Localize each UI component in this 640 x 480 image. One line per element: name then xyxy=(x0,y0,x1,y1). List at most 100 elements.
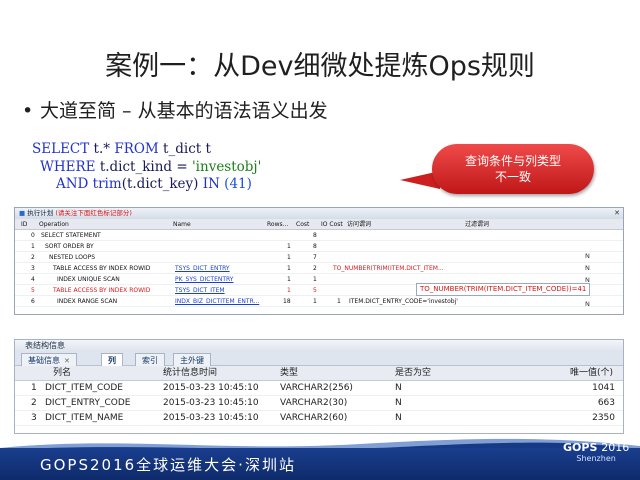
tab-keys[interactable]: 主外键 xyxy=(173,353,211,366)
nullable-flag: N xyxy=(585,264,590,272)
plan-row[interactable]: 2 NESTED LOOPS 1 7 xyxy=(15,252,623,263)
plan-col-id[interactable]: ID xyxy=(21,219,27,230)
bullet-text: 大道至简 – 从基本的语法语义出发 xyxy=(40,100,328,122)
plan-col-cost[interactable]: Cost xyxy=(296,219,309,230)
plan-operation: SELECT STATEMENT xyxy=(41,232,101,239)
tab-label: 主外键 xyxy=(180,356,204,365)
plan-object-link[interactable]: TSYS_DICT_ENTRY xyxy=(175,263,230,274)
tab-indexes[interactable]: 索引 xyxy=(135,353,165,366)
sql-keyword: FROM xyxy=(114,141,159,157)
plan-row[interactable]: 1 SORT ORDER BY 1 8 xyxy=(15,241,623,252)
column-type: VARCHAR2(30) xyxy=(280,398,348,408)
logo-city: Shenzhen xyxy=(576,454,616,463)
plan-rows: 1 xyxy=(287,287,291,294)
plan-row[interactable]: 0 SELECT STATEMENT 8 xyxy=(15,230,623,241)
plan-operation: SORT ORDER BY xyxy=(45,243,94,250)
sql-keyword: SELECT xyxy=(32,141,90,157)
sql-text: t.dict_kind = xyxy=(95,158,192,175)
plan-title-note: (请关注下面红色标记部分) xyxy=(55,209,132,217)
callout-line-2: 不一致 xyxy=(494,170,531,184)
sql-line-1: SELECT t.* FROM t_dict t xyxy=(32,141,261,159)
predicate-tooltip: TO_NUMBER(TRIM(ITEM.DICT_ITEM_CODE))=41 xyxy=(416,283,591,296)
gops-logo: GOPS 2016 Shenzhen xyxy=(563,441,629,463)
plan-col-filter[interactable]: 过滤谓词 xyxy=(465,219,489,230)
bullet-dot-icon: • xyxy=(22,100,34,122)
sql-text: t.* xyxy=(89,141,115,157)
plan-col-io-cost[interactable]: IO Cost xyxy=(321,219,343,230)
plan-id: 1 xyxy=(31,243,35,250)
plan-object-link[interactable]: TSYS_DICT_ITEM xyxy=(175,285,225,296)
table-row[interactable]: 2 DICT_ENTRY_CODE 2015-03-23 10:45:10 VA… xyxy=(15,396,623,411)
sql-line-2: WHERE t.dict_kind = 'investobj' xyxy=(32,159,261,177)
plan-rows: 18 xyxy=(283,298,291,305)
struct-title: 表结构信息 xyxy=(15,340,623,352)
plan-cost: 5 xyxy=(313,287,317,294)
callout-bubble: 查询条件与列类型 不一致 xyxy=(432,144,594,194)
plan-row[interactable]: 3 TABLE ACCESS BY INDEX ROWID TSYS_DICT_… xyxy=(15,263,623,274)
row-number: 1 xyxy=(31,383,37,393)
plan-titlebar: ■ 执行计划 (请关注下面红色标记部分) ✕ xyxy=(15,208,623,219)
plan-cost: 2 xyxy=(313,265,317,272)
row-number: 3 xyxy=(31,413,37,423)
col-header-distinct[interactable]: 唯一值(个) xyxy=(495,366,613,381)
plan-cost: 7 xyxy=(313,254,317,261)
plan-cost: 1 xyxy=(313,276,317,283)
sql-text: (t.dict_key) xyxy=(121,176,203,192)
plan-col-rows[interactable]: Rows... xyxy=(267,219,288,230)
distinct-count: 1041 xyxy=(592,383,615,393)
nullable-flag: N xyxy=(585,300,590,308)
tab-label: 索引 xyxy=(142,356,158,365)
distinct-count: 2350 xyxy=(592,413,615,423)
table-row[interactable]: 3 DICT_ITEM_NAME 2015-03-23 10:45:10 VAR… xyxy=(15,411,623,426)
plan-access-predicate: ITEM.DICT_ENTRY_CODE='investobj' xyxy=(349,298,458,305)
column-name: DICT_ITEM_CODE xyxy=(45,383,123,393)
struct-tab-bar: 基础信息 ✕ 列 索引 主外键 xyxy=(15,352,623,366)
plan-icon: ■ xyxy=(19,209,26,217)
stat-time: 2015-03-23 10:45:10 xyxy=(163,398,259,408)
stat-time: 2015-03-23 10:45:10 xyxy=(163,383,259,393)
plan-rows: 1 xyxy=(287,243,291,250)
col-header-type[interactable]: 类型 xyxy=(280,366,298,381)
plan-cost: 8 xyxy=(313,232,317,239)
plan-operation: TABLE ACCESS BY INDEX ROWID xyxy=(53,265,151,272)
close-icon[interactable]: ✕ xyxy=(64,357,70,365)
sql-text: t_dict t xyxy=(158,141,211,157)
plan-cost: 1 xyxy=(313,298,317,305)
tab-columns[interactable]: 列 xyxy=(101,353,123,366)
col-header-name[interactable]: 列名 xyxy=(53,366,71,381)
nullable: N xyxy=(395,383,402,393)
plan-rows: 1 xyxy=(287,276,291,283)
sql-keyword: WHERE xyxy=(40,158,96,175)
plan-rows: 1 xyxy=(287,254,291,261)
plan-col-name[interactable]: Name xyxy=(173,219,191,230)
col-header-stat-time[interactable]: 统计信息时间 xyxy=(163,366,217,381)
tab-basic-info[interactable]: 基础信息 ✕ xyxy=(21,353,77,366)
sql-keyword: AND xyxy=(56,176,89,192)
plan-id: 5 xyxy=(31,287,35,294)
table-row[interactable]: 1 DICT_ITEM_CODE 2015-03-23 10:45:10 VAR… xyxy=(15,381,623,396)
sql-line-3: AND trim(t.dict_key) IN (41) xyxy=(32,176,261,194)
close-icon[interactable]: ✕ xyxy=(614,208,620,219)
footer-bar: GOPS2016全球运维大会·深圳站 xyxy=(0,448,640,480)
plan-id: 0 xyxy=(31,232,35,239)
table-structure-panel: 表结构信息 基础信息 ✕ 列 索引 主外键 列名 统计信息时间 类型 是否为空 唯… xyxy=(14,339,624,434)
plan-col-access[interactable]: 访问谓词 xyxy=(347,219,371,230)
plan-row[interactable]: 6 INDEX RANGE SCAN INDX_BIZ_DICTITEM_ENT… xyxy=(15,296,623,307)
plan-cost: 8 xyxy=(313,243,317,250)
nullable: N xyxy=(395,398,402,408)
logo-year: 2016 xyxy=(601,441,630,454)
plan-id: 2 xyxy=(31,254,35,261)
col-header-nullable[interactable]: 是否为空 xyxy=(395,366,431,381)
plan-object-link[interactable]: INDX_BIZ_DICTITEM_ENTR... xyxy=(175,296,259,307)
sql-number: (41) xyxy=(219,176,252,192)
bullet-line: • 大道至简 – 从基本的语法语义出发 xyxy=(22,96,328,123)
plan-operation: INDEX RANGE SCAN xyxy=(57,298,118,305)
plan-object-link[interactable]: PK_SYS_DICTENTRY xyxy=(175,274,233,285)
tab-label: 列 xyxy=(108,356,116,365)
slide-title: 案例一：从Dev细微处提炼Ops规则 xyxy=(105,51,535,82)
plan-col-operation[interactable]: Operation xyxy=(39,219,69,230)
column-type: VARCHAR2(60) xyxy=(280,413,348,423)
footer-text: GOPS2016全球运维大会·深圳站 xyxy=(40,456,296,474)
row-number: 2 xyxy=(31,398,37,408)
tab-label: 基础信息 xyxy=(28,356,60,365)
